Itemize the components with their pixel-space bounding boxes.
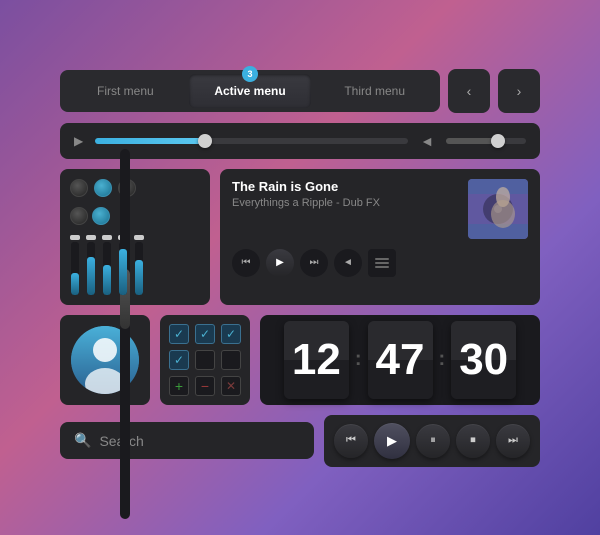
progress-fill (95, 138, 205, 144)
eq-knob-5[interactable] (92, 207, 110, 225)
checkbox-4[interactable]: ✓ (169, 350, 189, 370)
checkbox-1[interactable]: ✓ (169, 324, 189, 344)
equalizer-panel (60, 169, 210, 305)
music-controls: ⏮ ▶ ⏭ ◄ (232, 249, 528, 277)
pb-pause-button[interactable]: ⏸ (416, 424, 450, 458)
flip-sep-2: : (437, 348, 448, 371)
eq-slider-4[interactable] (118, 235, 128, 295)
eq-bar-2 (87, 242, 95, 295)
minus-icon: − (201, 378, 209, 394)
eq-knob-2[interactable] (94, 179, 112, 197)
eq-knobs (70, 179, 200, 197)
nav-row: 3 First menu Active menu Third menu ‹ › (60, 69, 540, 113)
flipclock: 12 : 47 : 30 (260, 315, 540, 405)
progress-bar[interactable] (95, 138, 408, 144)
checkbox-2[interactable]: ✓ (195, 324, 215, 344)
player-row: ▶ ◄ (60, 123, 540, 159)
button-plus[interactable]: + (169, 376, 189, 396)
album-art (468, 179, 528, 239)
pb-rewind-button[interactable]: ⏮ (334, 424, 368, 458)
chevron-right-icon: › (517, 83, 522, 99)
nav-badge: 3 (242, 66, 258, 82)
eq-music-row: The Rain is Gone Everythings a Ripple - … (60, 169, 540, 305)
eq-bar-fill-5 (135, 260, 143, 294)
eq-knob-1[interactable] (70, 179, 88, 197)
flip-minutes: 47 (368, 321, 433, 399)
playback-controls: ⏮ ▶ ⏸ ⏹ ⏭ (324, 415, 540, 467)
music-title: The Rain is Gone (232, 179, 458, 194)
music-artist: Everythings a Ripple - Dub FX (232, 197, 458, 209)
checkbox-5[interactable] (195, 350, 215, 370)
ui-kit-container: 3 First menu Active menu Third menu ‹ › … (60, 69, 540, 467)
list-line-3 (375, 266, 389, 268)
flip-minutes-value: 47 (376, 338, 425, 382)
bottom-row: 🔍 Search ⏮ ▶ ⏸ ⏹ ⏭ (60, 415, 540, 467)
mini-play-button[interactable]: ▶ (74, 134, 83, 148)
list-line-2 (375, 262, 389, 264)
eq-sliders (70, 235, 200, 295)
widgets-row: ✓ ✓ ✓ ✓ + − ✕ 12 : 47 : 30 (60, 315, 540, 405)
eq-bar-fill-4 (119, 249, 127, 294)
pb-stop-button[interactable]: ⏹ (456, 424, 490, 458)
eq-thumb-1[interactable] (70, 235, 80, 240)
search-icon: 🔍 (74, 432, 91, 449)
nav-menu: 3 First menu Active menu Third menu (60, 70, 440, 112)
eq-bar-1 (71, 242, 79, 295)
chevron-left-icon: ‹ (467, 83, 472, 99)
checkbox-6[interactable] (221, 350, 241, 370)
eq-bar-fill-1 (71, 273, 79, 294)
eq-bar-fill-3 (103, 265, 111, 294)
eq-thumb-2[interactable] (86, 235, 96, 240)
eq-thumb-5[interactable] (134, 235, 144, 240)
volume-thumb[interactable] (491, 134, 505, 148)
eq-bar-4 (119, 242, 127, 295)
flip-hours: 12 (284, 321, 349, 399)
avatar-panel (60, 315, 150, 405)
volume-bar[interactable] (446, 138, 526, 144)
check-icon-4: ✓ (174, 353, 184, 367)
button-x[interactable]: ✕ (221, 376, 241, 396)
eq-bar-5 (135, 242, 143, 295)
eq-bar-3 (103, 242, 111, 295)
music-player: The Rain is Gone Everythings a Ripple - … (220, 169, 540, 305)
list-line-1 (375, 258, 389, 260)
eq-thumb-3[interactable] (102, 235, 112, 240)
search-box[interactable]: 🔍 Search (60, 422, 314, 459)
music-forward-button[interactable]: ⏭ (300, 249, 328, 277)
pb-play-button[interactable]: ▶ (374, 423, 410, 459)
progress-thumb[interactable] (198, 134, 212, 148)
nav-item-third[interactable]: Third menu (313, 74, 436, 108)
music-text: The Rain is Gone Everythings a Ripple - … (232, 179, 458, 239)
x-icon: ✕ (226, 379, 236, 393)
volume-icon: ◄ (420, 133, 434, 149)
flip-sep-1: : (353, 348, 364, 371)
flip-seconds: 30 (451, 321, 516, 399)
check-icon-2: ✓ (200, 327, 210, 341)
music-play-button[interactable]: ▶ (266, 249, 294, 277)
music-mute-button[interactable]: ◄ (334, 249, 362, 277)
flip-hours-value: 12 (292, 338, 341, 382)
eq-knob-4[interactable] (70, 207, 88, 225)
nav-arrow-left[interactable]: ‹ (448, 69, 490, 113)
eq-slider-3[interactable] (102, 235, 112, 295)
flip-seconds-value: 30 (459, 338, 508, 382)
nav-arrow-right[interactable]: › (498, 69, 540, 113)
checkbox-3[interactable]: ✓ (221, 324, 241, 344)
check-icon-3: ✓ (226, 327, 236, 341)
eq-slider-2[interactable] (86, 235, 96, 295)
eq-slider-1[interactable] (70, 235, 80, 295)
pb-next-button[interactable]: ⏭ (496, 424, 530, 458)
eq-bar-fill-2 (87, 257, 95, 294)
button-minus[interactable]: − (195, 376, 215, 396)
plus-icon: + (175, 378, 183, 394)
checkbox-panel: ✓ ✓ ✓ ✓ + − ✕ (160, 315, 250, 405)
music-rewind-button[interactable]: ⏮ (232, 249, 260, 277)
check-icon-1: ✓ (174, 327, 184, 341)
eq-slider-5[interactable] (134, 235, 144, 295)
sidebar-scrollbar[interactable] (120, 149, 130, 519)
nav-item-first[interactable]: First menu (64, 74, 187, 108)
music-info-row: The Rain is Gone Everythings a Ripple - … (232, 179, 528, 239)
music-playlist-button[interactable] (368, 249, 396, 277)
